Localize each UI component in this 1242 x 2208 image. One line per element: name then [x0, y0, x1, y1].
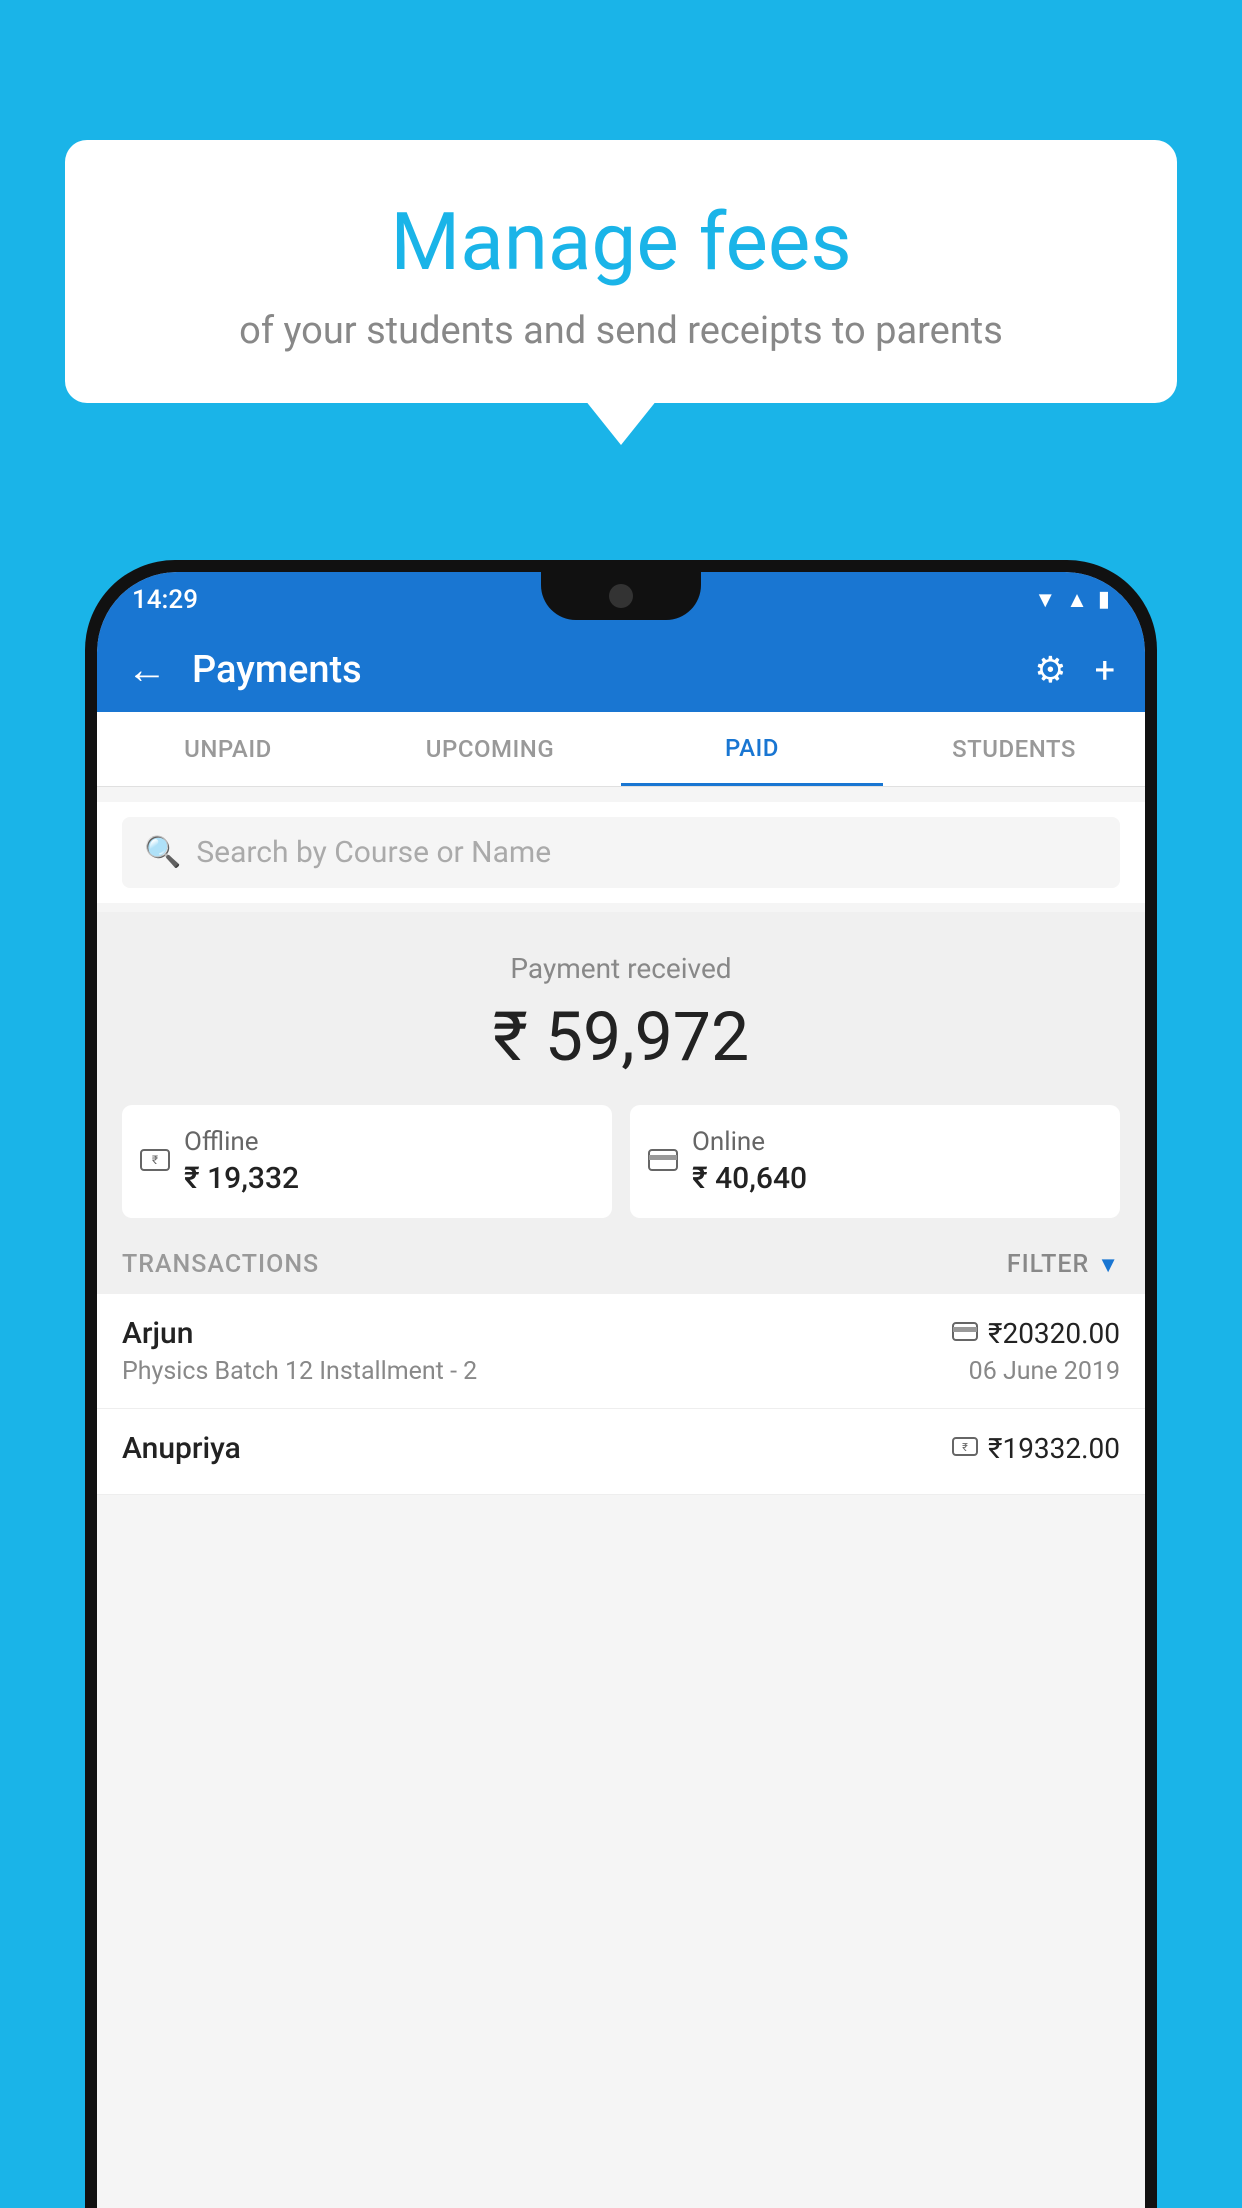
status-bar: 14:29 ▼ ▲ ▮	[97, 572, 1145, 627]
speech-bubble: Manage fees of your students and send re…	[65, 140, 1177, 403]
search-input-wrap[interactable]: 🔍 Search by Course or Name	[122, 817, 1120, 888]
wifi-icon: ▼	[1034, 587, 1056, 613]
transaction-amount: ₹19332.00	[988, 1432, 1120, 1465]
speech-bubble-title: Manage fees	[125, 195, 1117, 289]
card-payment-icon	[952, 1322, 978, 1346]
transaction-bottom: Physics Batch 12 Installment - 2 06 June…	[122, 1357, 1120, 1386]
payment-cards: ₹ Offline ₹ 19,332	[122, 1105, 1120, 1218]
payment-total-amount: ₹ 59,972	[122, 997, 1120, 1077]
tab-students[interactable]: STUDENTS	[883, 712, 1145, 786]
top-bar-actions: ⚙ +	[1034, 649, 1115, 691]
plus-button[interactable]: +	[1095, 649, 1115, 691]
tab-paid[interactable]: PAID	[621, 712, 883, 786]
search-placeholder: Search by Course or Name	[196, 835, 551, 870]
tab-unpaid[interactable]: UNPAID	[97, 712, 359, 786]
transaction-amount: ₹20320.00	[988, 1317, 1120, 1350]
status-time: 14:29	[132, 585, 198, 615]
back-button[interactable]: ←	[127, 646, 167, 693]
payment-received-label: Payment received	[122, 952, 1120, 985]
amount-wrap: ₹20320.00	[952, 1317, 1120, 1350]
table-row[interactable]: Anupriya ₹ ₹19332.00	[97, 1409, 1145, 1495]
table-row[interactable]: Arjun ₹20320.00 Physics	[97, 1294, 1145, 1409]
online-payment-card: Online ₹ 40,640	[630, 1105, 1120, 1218]
phone-inner: 14:29 ▼ ▲ ▮ ← Payments ⚙ + UNPAID UPCO	[97, 572, 1145, 2208]
transactions-label: TRANSACTIONS	[122, 1250, 319, 1279]
tab-upcoming[interactable]: UPCOMING	[359, 712, 621, 786]
transaction-list: Arjun ₹20320.00 Physics	[97, 1294, 1145, 1495]
transaction-course: Physics Batch 12 Installment - 2	[122, 1357, 477, 1386]
search-bar: 🔍 Search by Course or Name	[97, 802, 1145, 903]
rupee-payment-icon: ₹	[952, 1437, 978, 1461]
speech-bubble-subtitle: of your students and send receipts to pa…	[125, 309, 1117, 353]
online-amount: ₹ 40,640	[692, 1161, 807, 1196]
transaction-top: Arjun ₹20320.00	[122, 1316, 1120, 1351]
signal-icon: ▲	[1066, 587, 1088, 613]
top-bar: ← Payments ⚙ +	[97, 627, 1145, 712]
filter-button[interactable]: FILTER ▼	[1007, 1250, 1120, 1279]
status-icons: ▼ ▲ ▮	[1034, 587, 1110, 613]
rupee-card-icon: ₹	[140, 1145, 170, 1178]
credit-card-icon	[648, 1145, 678, 1178]
transaction-top: Anupriya ₹ ₹19332.00	[122, 1431, 1120, 1466]
battery-icon: ▮	[1098, 587, 1110, 612]
online-label: Online	[692, 1127, 807, 1157]
transaction-date: 06 June 2019	[969, 1357, 1120, 1386]
svg-text:₹: ₹	[152, 1153, 158, 1167]
payment-summary: Payment received ₹ 59,972 ₹ Offline ₹ 19…	[97, 912, 1145, 1248]
offline-label: Offline	[184, 1127, 299, 1157]
svg-text:₹: ₹	[962, 1441, 968, 1454]
filter-icon: ▼	[1097, 1252, 1120, 1278]
search-icon: 🔍	[144, 835, 181, 870]
transaction-name: Anupriya	[122, 1431, 241, 1466]
amount-wrap: ₹ ₹19332.00	[952, 1432, 1120, 1465]
page-title: Payments	[192, 648, 1034, 692]
tabs-bar: UNPAID UPCOMING PAID STUDENTS	[97, 712, 1145, 787]
transactions-header: TRANSACTIONS FILTER ▼	[97, 1232, 1145, 1297]
offline-amount: ₹ 19,332	[184, 1161, 299, 1196]
gear-button[interactable]: ⚙	[1034, 649, 1066, 691]
phone-frame: 14:29 ▼ ▲ ▮ ← Payments ⚙ + UNPAID UPCO	[85, 560, 1157, 2208]
notch	[541, 572, 701, 620]
transaction-name: Arjun	[122, 1316, 193, 1351]
online-info: Online ₹ 40,640	[692, 1127, 807, 1196]
app-content: 14:29 ▼ ▲ ▮ ← Payments ⚙ + UNPAID UPCO	[97, 572, 1145, 2208]
offline-payment-card: ₹ Offline ₹ 19,332	[122, 1105, 612, 1218]
filter-label: FILTER	[1007, 1250, 1089, 1279]
offline-info: Offline ₹ 19,332	[184, 1127, 299, 1196]
camera-dot	[609, 584, 633, 608]
